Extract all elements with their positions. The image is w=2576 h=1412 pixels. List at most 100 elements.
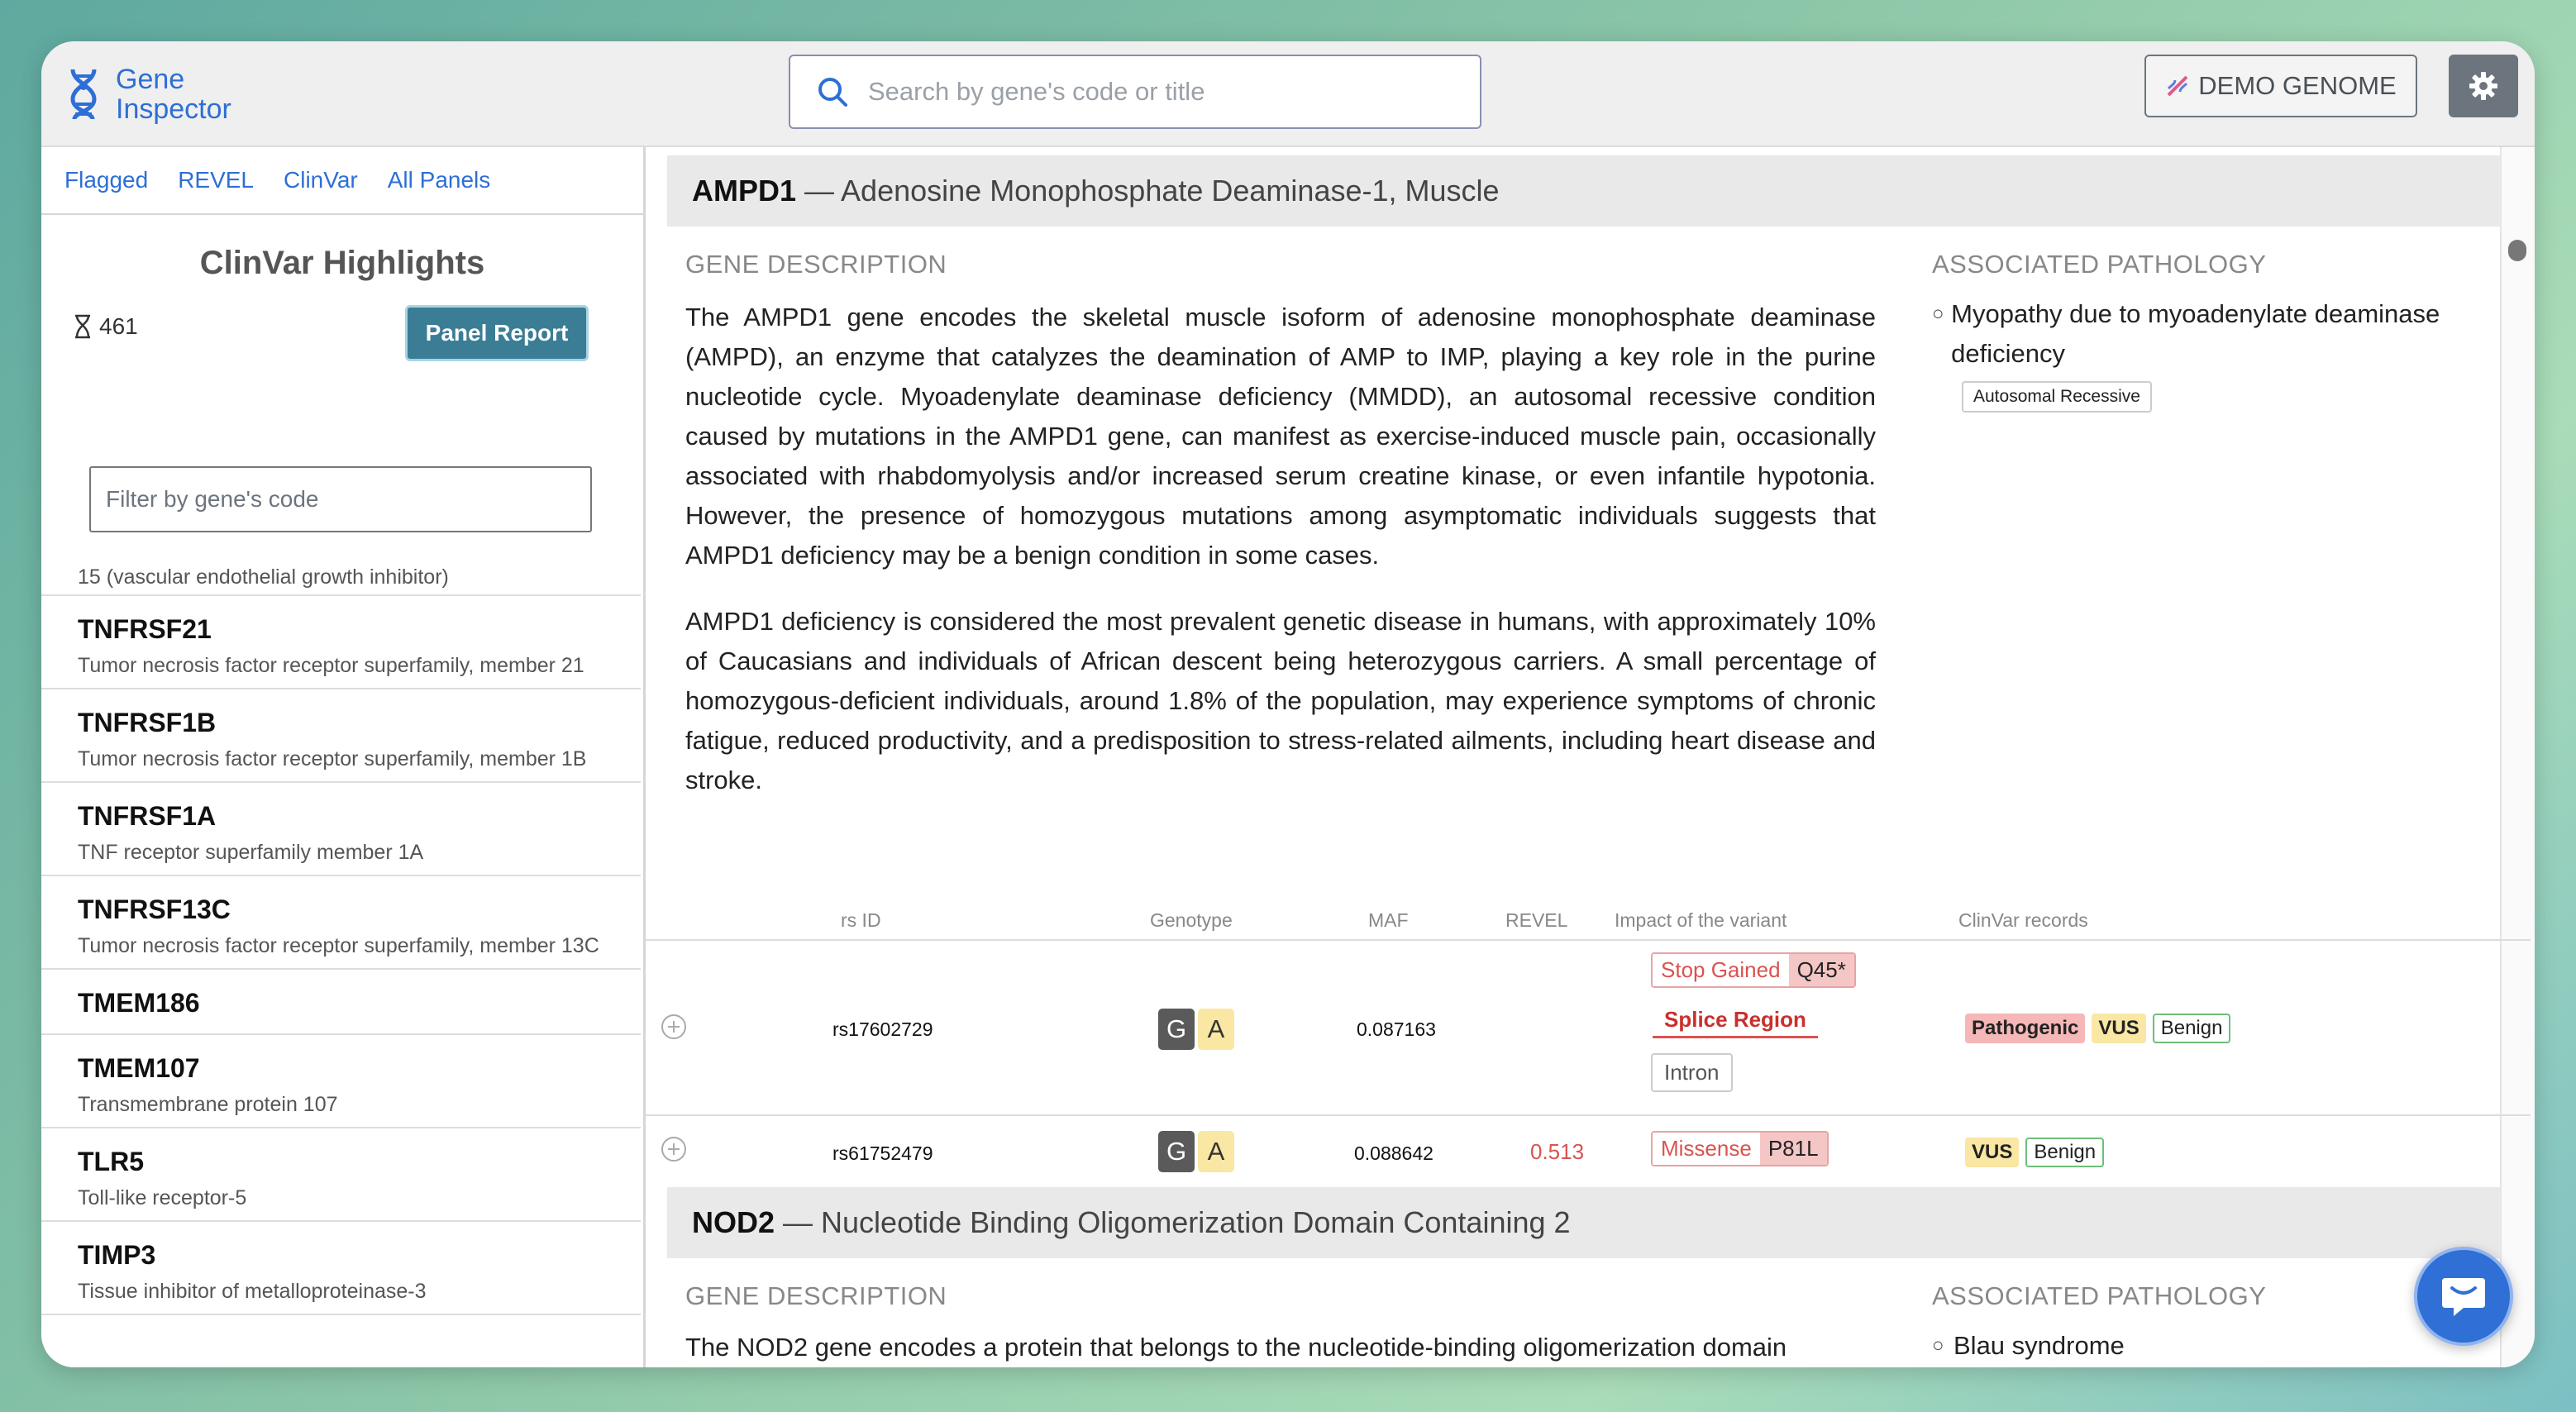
gene-code: AMPD1 <box>692 174 797 208</box>
description-paragraph: AMPD1 deficiency is considered the most … <box>685 607 1876 794</box>
scrollbar-thumb[interactable] <box>2508 240 2526 261</box>
app-logo[interactable]: Gene Inspector <box>63 64 231 124</box>
gene-description-label: GENE DESCRIPTION <box>685 1281 947 1310</box>
list-item[interactable]: TLR5 Toll-like receptor-5 <box>41 1128 641 1222</box>
clinvar-pathogenic-badge: Pathogenic <box>1965 1014 2086 1043</box>
list-item[interactable]: TIMP3 Tissue inhibitor of metalloprotein… <box>41 1222 641 1315</box>
gene-description: The AMPD1 gene encodes the skeletal musc… <box>685 298 1876 827</box>
expand-plus-icon[interactable] <box>661 1136 687 1162</box>
settings-button[interactable] <box>2449 55 2518 117</box>
list-item[interactable]: TMEM186 <box>41 970 641 1035</box>
allele-1: G <box>1158 1131 1195 1172</box>
dna-icon <box>70 69 97 120</box>
tab-revel[interactable]: REVEL <box>178 167 254 193</box>
revel-score: 0.513 <box>1530 1139 1585 1164</box>
app-window: Gene Inspector DEMO GENOME <box>41 41 2535 1367</box>
list-item[interactable]: 15 (vascular endothelial growth inhibito… <box>41 557 641 596</box>
gene-list: 15 (vascular endothelial growth inhibito… <box>41 557 641 1315</box>
pathology-item: ○ Blau syndrome <box>1932 1326 2494 1366</box>
list-item[interactable]: TNFRSF13C Tumor necrosis factor receptor… <box>41 876 641 970</box>
clinvar-benign-badge: Benign <box>2025 1138 2105 1167</box>
gene-code: TMEM107 <box>78 1053 200 1083</box>
scrollbar[interactable] <box>2500 147 2535 1367</box>
hourglass-icon <box>75 314 90 339</box>
impact-stop-gained: Stop Gained Q45* <box>1651 952 1856 988</box>
associated-pathology-label: ASSOCIATED PATHOLOGY <box>1932 250 2267 279</box>
column-header-rsid: rs ID <box>841 909 881 931</box>
circle-bullet-icon: ○ <box>1932 303 1944 325</box>
rsid-cell[interactable]: rs17602729 <box>832 1018 933 1041</box>
pathology-item: ○ Myopathy due to myoadenylate deaminase… <box>1932 294 2494 374</box>
maf-cell: 0.087163 <box>1357 1018 1436 1040</box>
table-divider <box>646 1114 2531 1116</box>
list-item[interactable]: TNFRSF21 Tumor necrosis factor receptor … <box>41 596 641 689</box>
column-header-revel: REVEL <box>1505 909 1568 931</box>
column-header-impact: Impact of the variant <box>1615 909 1787 931</box>
clinvar-benign-badge: Benign <box>2152 1014 2231 1043</box>
genotype-cell: G A <box>1158 1131 1238 1172</box>
gene-name: Toll-like receptor-5 <box>78 1186 247 1209</box>
gene-description: The NOD2 gene encodes a protein that bel… <box>685 1328 1876 1367</box>
gene-header[interactable]: AMPD1 — Adenosine Monophosphate Deaminas… <box>667 155 2501 227</box>
pathology-name: Blau syndrome <box>1953 1331 2125 1360</box>
gene-code: TNFRSF1A <box>78 801 217 831</box>
sidebar: Flagged REVEL ClinVar All Panels ClinVar… <box>41 147 646 1367</box>
gene-count-value: 461 <box>99 313 138 339</box>
filter-input[interactable] <box>104 485 579 513</box>
dna-strand-icon <box>2167 75 2188 97</box>
gene-code: TMEM186 <box>78 988 200 1018</box>
gene-count: 461 <box>73 313 138 340</box>
gene-header[interactable]: NOD2 — Nucleotide Binding Oligomerizatio… <box>667 1187 2501 1258</box>
panel-report-button[interactable]: Panel Report <box>405 305 589 361</box>
allele-2: A <box>1198 1009 1234 1050</box>
pathology-list: ○ Blau syndrome <box>1932 1326 2494 1366</box>
gene-name: Tumor necrosis factor receptor superfami… <box>78 747 587 770</box>
impact-missense: Missense P81L <box>1651 1131 1829 1166</box>
allele-2: A <box>1198 1131 1234 1172</box>
aa-change: P81L <box>1759 1133 1827 1165</box>
circle-bullet-icon: ○ <box>1932 1334 1944 1357</box>
gene-name: Tumor necrosis factor receptor superfami… <box>78 654 584 677</box>
table-divider <box>646 939 2531 941</box>
gene-description-label: GENE DESCRIPTION <box>685 250 947 279</box>
search-box <box>789 55 1481 129</box>
tab-all-panels[interactable]: All Panels <box>388 167 491 193</box>
tab-clinvar[interactable]: ClinVar <box>284 167 358 193</box>
gene-name: Tumor necrosis factor receptor superfami… <box>78 934 599 957</box>
pathology-name: Myopathy due to myoadenylate deaminase d… <box>1951 299 2440 368</box>
sidebar-tabs: Flagged REVEL ClinVar All Panels <box>41 147 643 215</box>
tab-flagged[interactable]: Flagged <box>64 167 148 193</box>
genotype-cell: G A <box>1158 1009 1238 1050</box>
clinvar-records: Pathogenic VUS Benign <box>1965 1014 2237 1043</box>
impact-intron: Intron <box>1651 1053 1733 1092</box>
sidebar-title: ClinVar Highlights <box>199 245 485 281</box>
inheritance-badge: Autosomal Recessive <box>1962 381 2152 413</box>
column-header-genotype: Genotype <box>1150 909 1233 931</box>
aa-change: Q45* <box>1788 954 1854 986</box>
gene-code: TIMP3 <box>78 1240 156 1270</box>
chat-button[interactable] <box>2414 1247 2513 1346</box>
demo-genome-button[interactable]: DEMO GENOME <box>2144 55 2417 117</box>
clinvar-records: VUS Benign <box>1965 1138 2111 1167</box>
search-icon <box>818 78 847 107</box>
allele-1: G <box>1158 1009 1195 1050</box>
list-item[interactable]: TMEM107 Transmembrane protein 107 <box>41 1035 641 1128</box>
expand-plus-icon[interactable] <box>661 1014 687 1040</box>
gene-code: TLR5 <box>78 1147 144 1176</box>
top-header: Gene Inspector DEMO GENOME <box>41 41 2535 147</box>
search-input[interactable] <box>866 76 1448 107</box>
gene-code: TNFRSF13C <box>78 894 231 924</box>
gene-name: Transmembrane protein 107 <box>78 1093 338 1116</box>
column-header-maf: MAF <box>1368 909 1409 931</box>
impact-splice-region: Splice Region <box>1653 1004 1818 1038</box>
impact-label: Missense <box>1653 1133 1760 1165</box>
list-item[interactable]: TNFRSF1A TNF receptor superfamily member… <box>41 783 641 876</box>
gene-title: — Nucleotide Binding Oligomerization Dom… <box>783 1205 1571 1239</box>
list-item[interactable]: TNFRSF1B Tumor necrosis factor receptor … <box>41 689 641 783</box>
rsid-cell[interactable]: rs61752479 <box>832 1142 933 1165</box>
clinvar-vus-badge: VUS <box>2092 1014 2146 1043</box>
gene-code: NOD2 <box>692 1205 775 1239</box>
description-paragraph: The AMPD1 gene encodes the skeletal musc… <box>685 303 1876 570</box>
pathology-list: ○ Myopathy due to myoadenylate deaminase… <box>1932 294 2494 413</box>
count-row: 461 Panel Report <box>41 282 643 361</box>
